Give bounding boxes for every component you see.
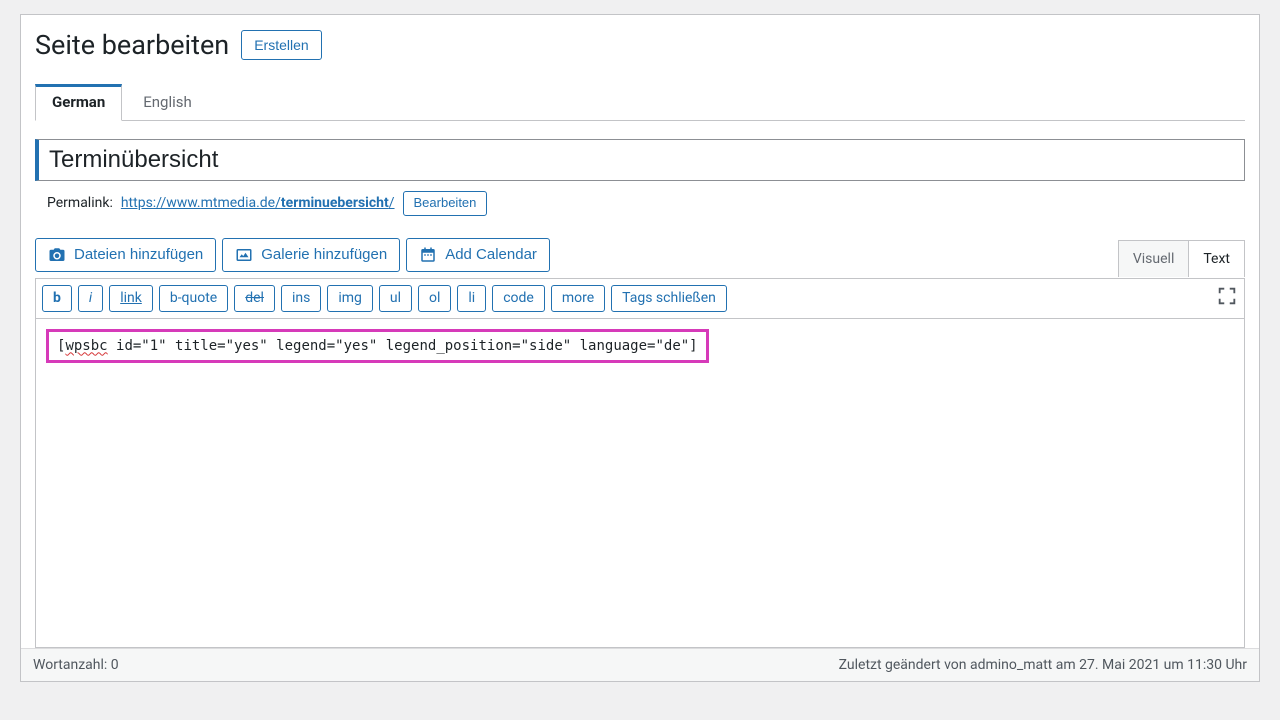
post-title-input[interactable] [35,139,1245,181]
gallery-icon [235,246,253,264]
camera-icon [48,246,66,264]
qt-ol-button[interactable]: ol [418,285,451,312]
editor-tabs: Visuell Text [1118,240,1245,277]
tab-visual[interactable]: Visuell [1119,241,1189,277]
add-calendar-label: Add Calendar [445,246,537,263]
word-count: Wortanzahl: 0 [33,657,119,673]
qt-del-button[interactable]: del [234,285,275,312]
quicktags-toolbar: b i link b-quote del ins img ul ol li co… [35,278,1245,318]
permalink-label: Permalink: [47,195,113,211]
calendar-icon [419,246,437,264]
tab-english[interactable]: English [126,84,209,121]
language-tabs: German English [35,83,1245,121]
permalink-edit-button[interactable]: Bearbeiten [403,191,488,216]
fullscreen-icon[interactable] [1216,285,1238,311]
media-buttons-row: Dateien hinzufügen Galerie hinzufügen Ad… [35,238,1245,272]
status-bar: Wortanzahl: 0 Zuletzt geändert von admin… [21,648,1259,681]
shortcode-highlight: [wpsbc id="1" title="yes" legend="yes" l… [46,329,709,364]
editor-textarea[interactable]: [wpsbc id="1" title="yes" legend="yes" l… [35,318,1245,648]
qt-li-button[interactable]: li [457,285,486,312]
add-gallery-label: Galerie hinzufügen [261,246,387,263]
page-title: Seite bearbeiten [35,29,229,61]
add-gallery-button[interactable]: Galerie hinzufügen [222,238,400,272]
qt-link-button[interactable]: link [109,285,153,312]
qt-ins-button[interactable]: ins [281,285,321,312]
add-files-label: Dateien hinzufügen [74,246,203,263]
qt-close-tags-button[interactable]: Tags schließen [611,285,727,312]
add-files-button[interactable]: Dateien hinzufügen [35,238,216,272]
permalink-link[interactable]: https://www.mtmedia.de/terminuebersicht/ [121,195,395,211]
qt-italic-button[interactable]: i [78,285,103,312]
tab-text[interactable]: Text [1188,241,1244,277]
header-row: Seite bearbeiten Erstellen [35,29,1245,61]
add-calendar-button[interactable]: Add Calendar [406,238,550,272]
tab-german[interactable]: German [35,84,122,121]
permalink-row: Permalink: https://www.mtmedia.de/termin… [35,191,1245,216]
qt-bold-button[interactable]: b [42,285,72,312]
create-button[interactable]: Erstellen [241,30,321,60]
qt-img-button[interactable]: img [327,285,373,312]
last-modified: Zuletzt geändert von admino_matt am 27. … [839,657,1247,673]
qt-ul-button[interactable]: ul [379,285,412,312]
qt-code-button[interactable]: code [492,285,545,312]
qt-bquote-button[interactable]: b-quote [159,285,228,312]
qt-more-button[interactable]: more [551,285,605,312]
